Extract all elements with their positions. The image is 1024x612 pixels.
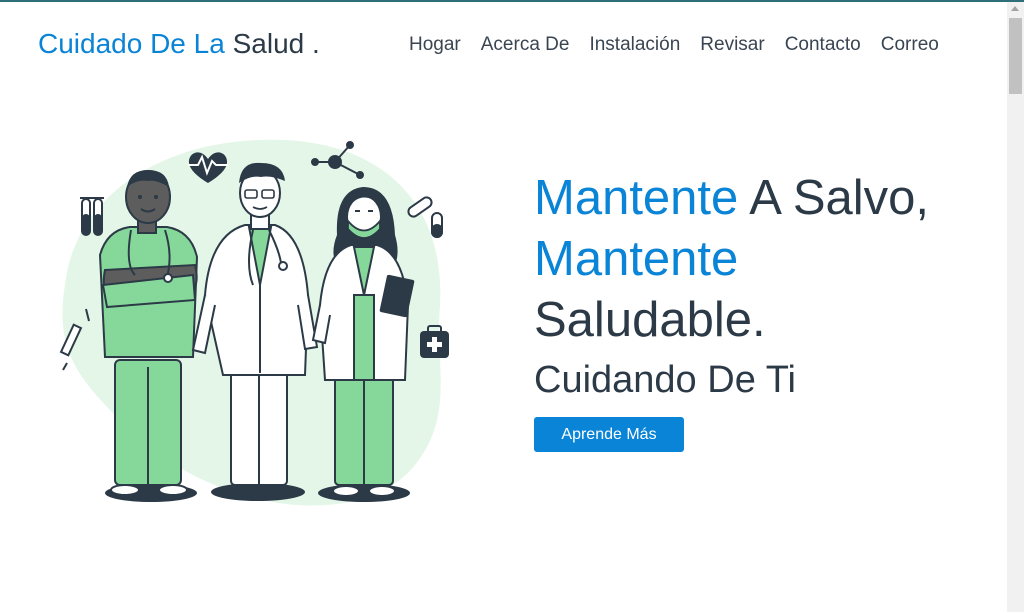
scroll-up-arrow-icon[interactable] <box>1011 6 1019 11</box>
headline-text-a-salvo: A Salvo, <box>749 171 930 225</box>
headline-word-mantente-2: Mantente <box>534 232 739 286</box>
headline-word-mantente-1: Mantente <box>534 171 739 225</box>
nav-link-hogar[interactable]: Hogar <box>409 33 461 57</box>
vertical-scrollbar[interactable] <box>1007 2 1024 612</box>
hero-text: Mantente A Salvo, Mantente Saludable. Cu… <box>534 168 974 452</box>
nav-link-contacto[interactable]: Contacto <box>785 33 861 57</box>
hero-illustration <box>59 139 449 506</box>
logo-primary-text: Cuidado De La <box>38 28 225 59</box>
page: Cuidado De La Salud . Hogar Acerca De In… <box>0 2 1007 612</box>
learn-more-button[interactable]: Aprende Más <box>534 417 684 452</box>
nav-link-correo[interactable]: Correo <box>881 33 939 57</box>
logo-secondary-text: Salud . <box>232 28 320 59</box>
nav-link-instalacion[interactable]: Instalación <box>589 33 680 57</box>
nav-link-acerca-de[interactable]: Acerca De <box>481 33 570 57</box>
site-logo[interactable]: Cuidado De La Salud . <box>38 28 320 60</box>
hero-headline: Mantente A Salvo, Mantente Saludable. <box>534 168 974 351</box>
headline-text-saludable: Saludable. <box>534 293 766 347</box>
scrollbar-thumb[interactable] <box>1009 18 1022 94</box>
hero-subheading: Cuidando De Ti <box>534 359 796 401</box>
nav-link-revisar[interactable]: Revisar <box>700 33 764 57</box>
main-nav: Hogar Acerca De Instalación Revisar Cont… <box>409 33 939 57</box>
